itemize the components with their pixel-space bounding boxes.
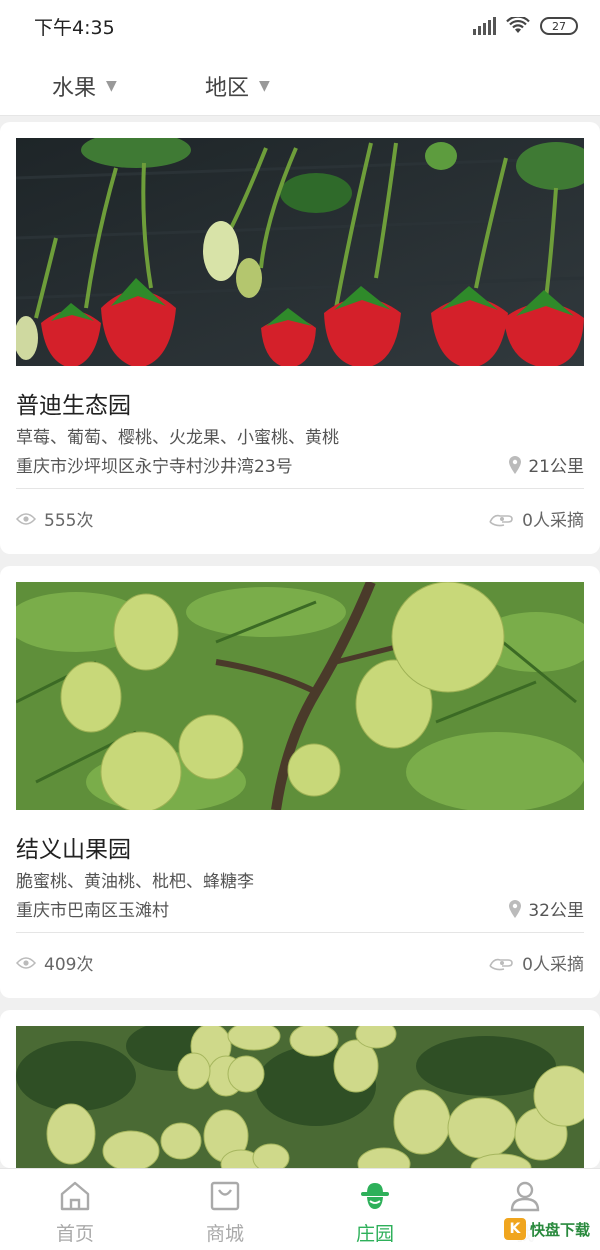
filter-region[interactable]: 地区 ▼: [205, 70, 270, 102]
nav-home[interactable]: 首页: [25, 1179, 125, 1246]
hand-icon: [489, 958, 513, 970]
farm-pickers: 0人采摘: [488, 506, 584, 531]
jujube-photo: [16, 1026, 584, 1168]
farm-views: 555次: [16, 506, 93, 531]
nav-shop[interactable]: 商城: [175, 1179, 275, 1246]
watermark-logo-icon: K: [503, 1218, 526, 1240]
farm-views-value: 555次: [44, 511, 94, 531]
farm-fruits: 草莓、葡萄、樱桃、火龙果、小蜜桃、黄桃: [16, 428, 339, 448]
user-icon: [510, 1181, 540, 1212]
caret-down-icon: ▼: [259, 78, 270, 94]
divider: [16, 488, 584, 489]
filter-bar: 水果 ▼ 地区 ▼: [0, 52, 600, 116]
farm-distance-value: 21公里: [528, 457, 584, 477]
caret-down-icon: ▼: [106, 78, 117, 94]
home-icon: [60, 1181, 90, 1211]
farm-title: 结义山果园: [16, 837, 131, 863]
farm-card[interactable]: [0, 1010, 600, 1168]
farm-card[interactable]: 普迪生态园 草莓、葡萄、樱桃、火龙果、小蜜桃、黄桃 重庆市沙坪坝区永宁寺村沙井湾…: [0, 122, 600, 554]
farm-distance: 21公里: [508, 452, 584, 477]
farm-pickers-value: 0人采摘: [522, 511, 584, 531]
filter-fruit[interactable]: 水果 ▼: [52, 70, 117, 102]
farm-distance-value: 32公里: [528, 901, 584, 921]
divider: [16, 932, 584, 933]
farm-address: 重庆市沙坪坝区永宁寺村沙井湾23号: [16, 457, 293, 477]
filter-region-label: 地区: [205, 76, 250, 101]
farm-views: 409次: [16, 950, 93, 975]
farm-pickers-value: 0人采摘: [522, 955, 584, 975]
peach-tree-photo: [16, 582, 584, 810]
nav-farm[interactable]: 庄园: [325, 1179, 425, 1246]
farm-title: 普迪生态园: [16, 393, 131, 419]
watermark: K 快盘下载: [499, 1216, 594, 1242]
shop-bag-icon: [210, 1181, 240, 1211]
location-pin-icon: [509, 455, 522, 474]
eye-icon: [16, 956, 36, 969]
nav-shop-label: 商城: [205, 1223, 244, 1245]
farm-card[interactable]: 结义山果园 脆蜜桃、黄油桃、枇杷、蜂糖李 重庆市巴南区玉滩村 32公里 409次…: [0, 566, 600, 998]
nav-home-label: 首页: [55, 1223, 94, 1245]
bottom-nav: 首页 商城 庄园 我 K 快盘下载: [0, 1168, 600, 1250]
signal-icon: [473, 17, 496, 35]
farm-fruits: 脆蜜桃、黄油桃、枇杷、蜂糖李: [16, 872, 254, 892]
nav-farm-label: 庄园: [355, 1223, 394, 1245]
strawberries-photo: [16, 138, 584, 366]
filter-fruit-label: 水果: [52, 76, 97, 101]
status-time: 下午4:35: [34, 16, 115, 39]
farm-distance: 32公里: [508, 896, 584, 921]
hand-icon: [489, 514, 513, 526]
farmer-hat-icon: [361, 1183, 389, 1209]
wifi-icon: [506, 17, 530, 33]
status-bar: 下午4:35 27: [0, 0, 600, 52]
farm-views-value: 409次: [44, 955, 94, 975]
watermark-text: 快盘下载: [529, 1220, 590, 1239]
location-pin-icon: [509, 899, 522, 918]
farm-pickers: 0人采摘: [488, 950, 584, 975]
battery-icon: 27: [540, 17, 578, 35]
eye-icon: [16, 512, 36, 525]
status-icons: 27: [473, 17, 578, 35]
farm-address: 重庆市巴南区玉滩村: [16, 901, 169, 921]
